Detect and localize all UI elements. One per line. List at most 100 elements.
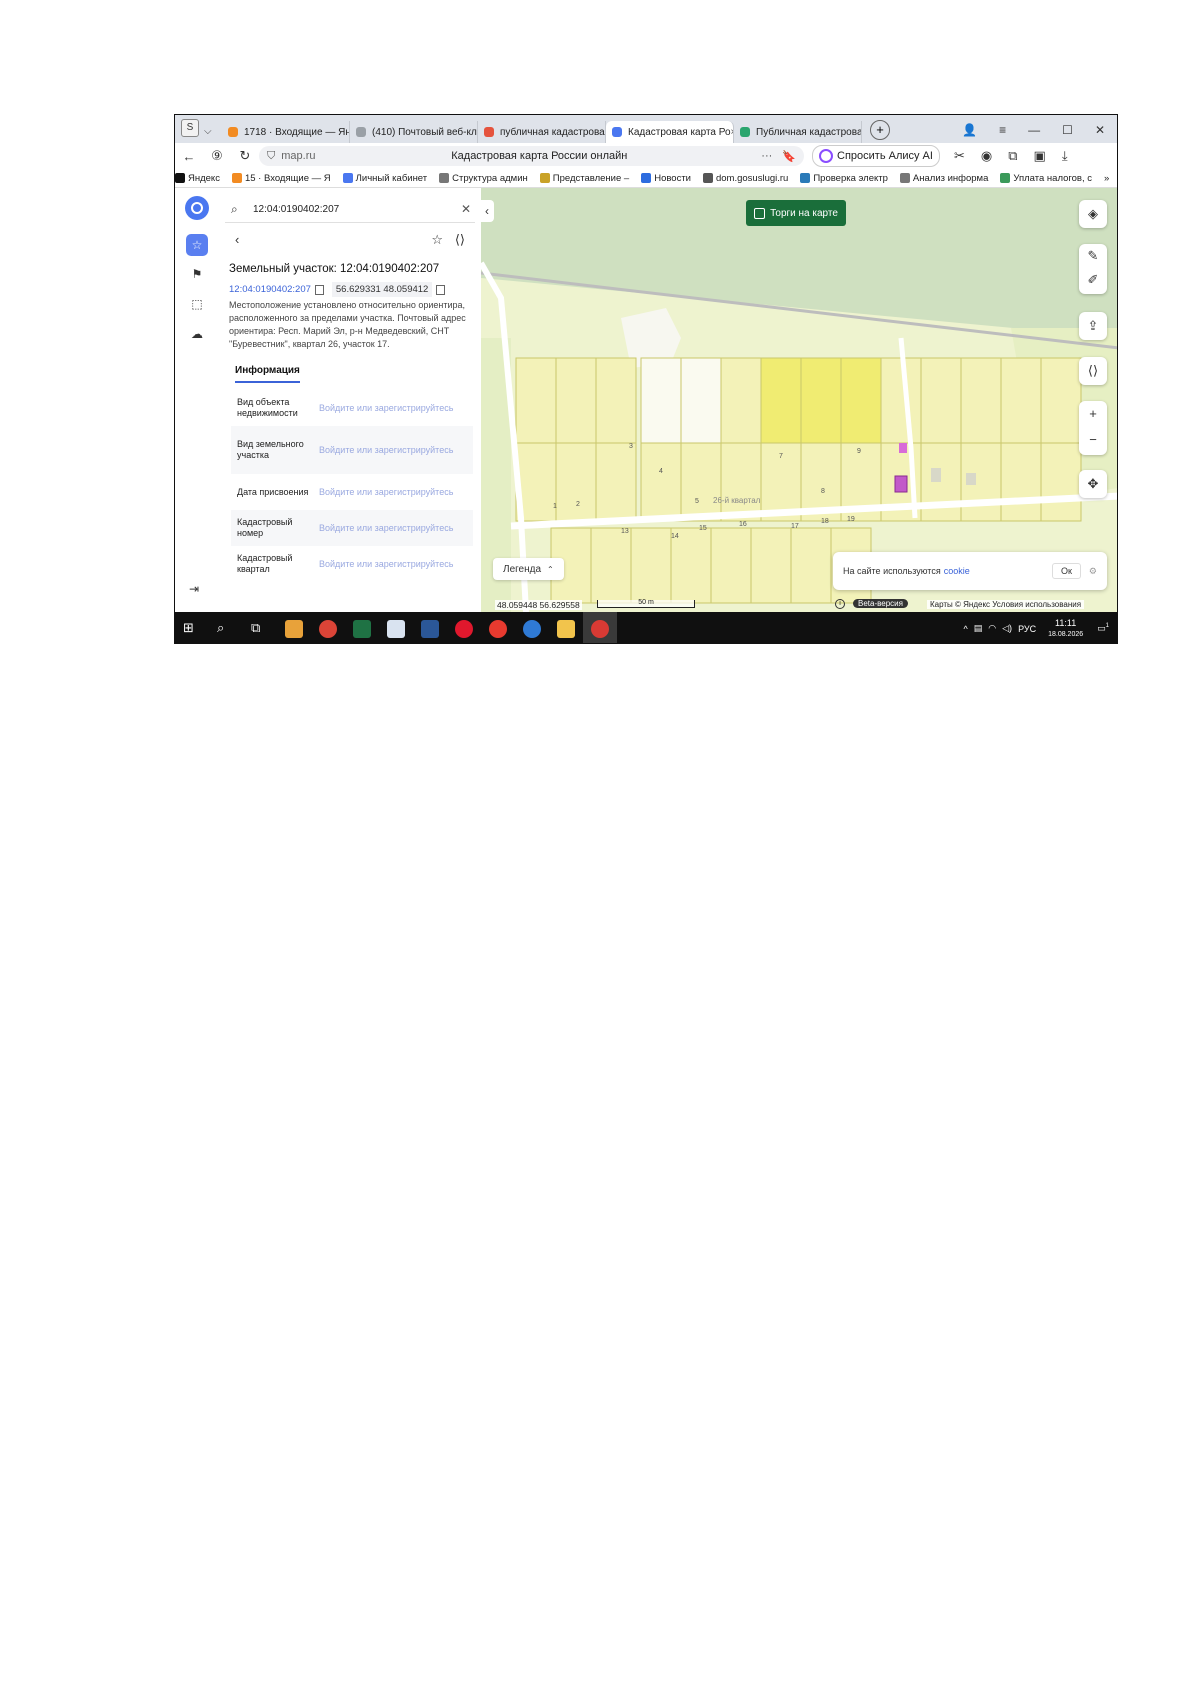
- ask-alice-button[interactable]: Спросить Алису AI: [812, 145, 940, 167]
- profile-icon[interactable]: 👤: [962, 123, 977, 137]
- bookmark-item[interactable]: Личный кабинет: [342, 173, 427, 184]
- login-link[interactable]: Войдите или зарегистрируйтесь: [319, 487, 453, 497]
- network-icon[interactable]: ▤: [974, 623, 983, 634]
- taskbar-app[interactable]: [447, 612, 481, 643]
- bookmark-item[interactable]: Анализ информа: [899, 172, 989, 184]
- tab-public-cadastral[interactable]: Публичная кадастровая: [734, 121, 862, 143]
- bookmark-item[interactable]: 15 · Входящие — Я: [231, 173, 331, 184]
- tabs-dropdown-icon[interactable]: ⌵: [204, 126, 218, 137]
- volume-icon[interactable]: ◁): [1002, 623, 1012, 634]
- cloud-icon[interactable]: ☁: [186, 323, 208, 345]
- bookmarks-more-icon[interactable]: »: [1104, 173, 1109, 184]
- taskbar-app[interactable]: [549, 612, 583, 643]
- edit-icon[interactable]: ✐: [1079, 268, 1107, 292]
- bookmark-item[interactable]: Новости: [641, 173, 691, 184]
- cad-number-link[interactable]: 12:04:0190402:207: [229, 284, 311, 295]
- collapse-panel-icon[interactable]: ‹: [480, 200, 494, 222]
- bookmark-item[interactable]: Яндекс: [175, 173, 220, 184]
- login-link[interactable]: Войдите или зарегистрируйтесь: [319, 523, 453, 533]
- yandex-home-icon[interactable]: ⑨: [203, 148, 231, 164]
- taskbar-app[interactable]: [481, 612, 515, 643]
- new-tab-button[interactable]: +: [870, 120, 890, 140]
- url-field[interactable]: ⛉ map.ru Кадастровая карта России онлайн…: [259, 146, 804, 166]
- taskbar-app[interactable]: [413, 612, 447, 643]
- bookmark-icon[interactable]: 🔖: [782, 150, 796, 163]
- wifi-icon[interactable]: ◠: [988, 623, 996, 634]
- attribution[interactable]: Карты © Яндекс Условия использования: [927, 600, 1085, 609]
- app-logo[interactable]: [185, 196, 209, 220]
- search-button[interactable]: ⌕: [209, 612, 243, 643]
- extension-icon[interactable]: ◉: [981, 148, 992, 164]
- flag-icon[interactable]: ⚑: [186, 263, 208, 285]
- map-canvas[interactable]: 1 2 3 4 5 7 8 9 13 14 15 16 17 18 19 26-й квартал: [481, 188, 1117, 612]
- minimize-icon[interactable]: —: [1028, 123, 1040, 137]
- torgi-toggle-button[interactable]: Торги на карте: [746, 200, 846, 226]
- favorite-icon[interactable]: ☆: [431, 232, 443, 248]
- menu-icon[interactable]: ≡: [999, 123, 1006, 137]
- upload-button[interactable]: ⇪: [1079, 312, 1107, 340]
- locate-button[interactable]: ✥: [1079, 470, 1107, 498]
- tab-inbox[interactable]: 1718 · Входящие — Янде: [222, 121, 350, 143]
- tab-search[interactable]: публичная кадастровая: [478, 121, 606, 143]
- login-link[interactable]: Войдите или зарегистрируйтесь: [319, 559, 453, 569]
- tab-cadastral-active[interactable]: Кадастровая карта Ро×: [606, 121, 734, 143]
- star-icon[interactable]: ☆: [186, 234, 208, 256]
- plot-number-label: 4: [659, 468, 663, 475]
- clear-search-icon[interactable]: ✕: [461, 202, 471, 216]
- taskbar-app[interactable]: [311, 612, 345, 643]
- copy-icon[interactable]: [314, 284, 324, 295]
- share-icon[interactable]: ⟨⟩: [455, 232, 465, 248]
- cookie-link[interactable]: cookie: [944, 566, 970, 576]
- extension-icon[interactable]: ▣: [1034, 148, 1046, 164]
- bookmark-item[interactable]: Представление –: [539, 173, 629, 184]
- tab-info[interactable]: Информация: [235, 365, 300, 383]
- ruler-icon[interactable]: ✎: [1079, 244, 1107, 268]
- legend-button[interactable]: Легенда ⌃: [493, 558, 564, 580]
- download-icon[interactable]: ⤓: [1062, 148, 1068, 164]
- bookmark-label: Анализ информа: [912, 172, 989, 184]
- lang-indicator[interactable]: РУС: [1018, 624, 1036, 634]
- browser-menu-icon[interactable]: S: [181, 119, 199, 137]
- panel-nav: ‹ ☆ ⟨⟩: [229, 232, 469, 250]
- bookmark-item[interactable]: Структура админ: [439, 173, 528, 184]
- taskbar-app-active[interactable]: [583, 612, 617, 643]
- coords-chip[interactable]: 56.629331 48.059412: [331, 282, 433, 297]
- search-bar[interactable]: ⌕ 12:04:0190402:207 ✕: [225, 196, 475, 223]
- layers-button[interactable]: ◈: [1079, 200, 1107, 228]
- back-icon[interactable]: ←: [175, 149, 203, 164]
- bookmark-item[interactable]: dom.gosuslugi.ru: [702, 173, 788, 184]
- bookmark-item[interactable]: Проверка электр: [800, 173, 888, 184]
- close-window-icon[interactable]: ✕: [1095, 123, 1105, 137]
- gear-icon[interactable]: ⚙: [1089, 566, 1097, 577]
- login-icon[interactable]: ⇥: [189, 582, 199, 596]
- copy-icon[interactable]: [436, 284, 446, 295]
- reload-icon[interactable]: ↻: [231, 148, 259, 164]
- chevron-left-icon[interactable]: ‹: [235, 232, 239, 247]
- zoom-out-icon[interactable]: −: [1079, 427, 1107, 453]
- taskbar-app[interactable]: [379, 612, 413, 643]
- taskbar-app[interactable]: [277, 612, 311, 643]
- login-link[interactable]: Войдите или зарегистрируйтесь: [319, 403, 453, 413]
- bookmark-item[interactable]: Уплата налогов, с: [1000, 173, 1092, 184]
- task-view-button[interactable]: ⧉: [243, 612, 277, 643]
- land-plot: [720, 442, 762, 522]
- url-more-icon[interactable]: ···: [761, 150, 772, 162]
- map-view[interactable]: 1 2 3 4 5 7 8 9 13 14 15 16 17 18 19 26-й квартал Торги…: [481, 188, 1117, 612]
- taskbar-app[interactable]: [345, 612, 379, 643]
- cookie-ok-button[interactable]: Ок: [1051, 563, 1081, 579]
- notification-icon[interactable]: ▭1: [1097, 623, 1109, 634]
- clock[interactable]: 11:11 18.08.2026: [1048, 618, 1083, 640]
- tray-arrow-icon[interactable]: ^: [964, 624, 968, 634]
- zoom-in-icon[interactable]: +: [1079, 401, 1107, 427]
- puzzle-icon[interactable]: ⧉: [1008, 148, 1017, 164]
- search-input[interactable]: 12:04:0190402:207: [253, 204, 339, 215]
- tab-mail[interactable]: (410) Почтовый веб-кли: [350, 121, 478, 143]
- login-link[interactable]: Войдите или зарегистрируйтесь: [319, 445, 453, 455]
- extension-icon[interactable]: ✂: [954, 148, 965, 164]
- taskbar-app[interactable]: [515, 612, 549, 643]
- maximize-icon[interactable]: ☐: [1062, 123, 1073, 137]
- share-map-button[interactable]: ⟨⟩: [1079, 357, 1107, 385]
- selection-icon[interactable]: ⬚: [186, 293, 208, 315]
- start-button[interactable]: ⊞: [175, 612, 209, 643]
- info-icon[interactable]: i: [835, 599, 845, 609]
